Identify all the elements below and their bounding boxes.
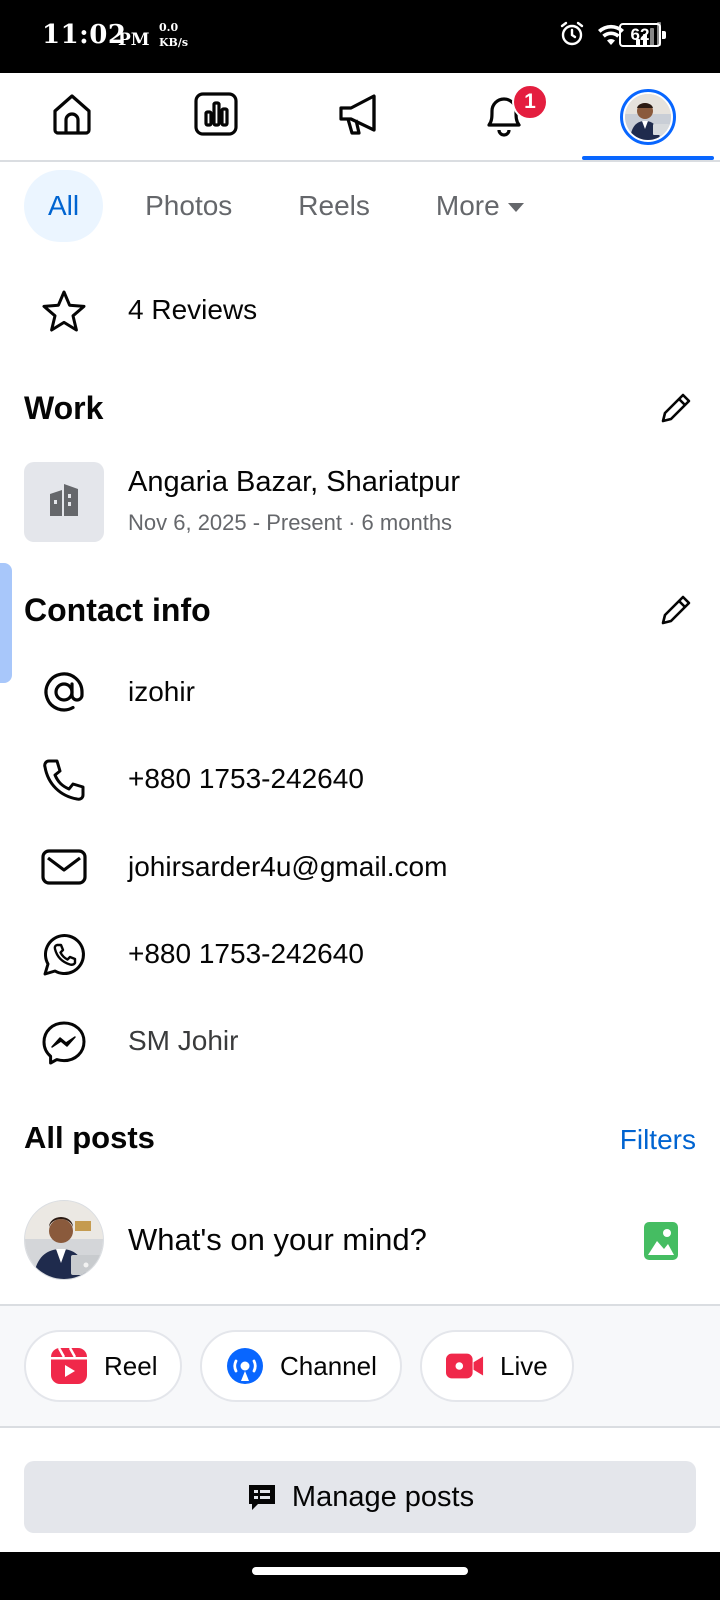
tab-reels-label: Reels xyxy=(298,190,370,221)
filter-tabs: All Photos Reels More xyxy=(24,170,566,242)
edit-contact-button[interactable] xyxy=(656,592,696,632)
messenger-icon xyxy=(38,1017,90,1069)
top-navigation: 1 xyxy=(0,73,720,162)
manage-posts-icon xyxy=(246,1480,280,1514)
filters-button[interactable]: Filters xyxy=(620,1124,696,1156)
work-section-title: Work xyxy=(24,390,104,426)
divider xyxy=(0,1426,720,1428)
battery-icon: 62 xyxy=(619,23,666,47)
live-button[interactable]: Live xyxy=(420,1330,574,1402)
tab-more[interactable]: More xyxy=(412,170,548,242)
contact-messenger: SM Johir xyxy=(128,1025,239,1056)
composer-avatar[interactable] xyxy=(24,1200,104,1280)
photo-upload-button[interactable] xyxy=(644,1222,678,1260)
reel-icon xyxy=(50,1347,88,1385)
work-duration: Nov 6, 2025 - Present · 6 months xyxy=(128,510,453,535)
channel-button[interactable]: Channel xyxy=(200,1330,402,1402)
contact-section-title: Contact info xyxy=(24,592,211,628)
mail-icon xyxy=(38,841,90,893)
network-speed-unit: KB/s xyxy=(159,36,189,49)
edit-work-button[interactable] xyxy=(656,390,696,430)
live-video-icon xyxy=(446,1347,484,1385)
status-bar: 11:02 PM 0.0 KB/s 62 xyxy=(0,0,720,73)
tab-all[interactable]: All xyxy=(24,170,104,242)
nav-ads[interactable] xyxy=(288,73,432,160)
photo-icon xyxy=(644,1222,678,1264)
tab-photos-label: Photos xyxy=(145,190,233,221)
contact-phone: +880 1753-242640 xyxy=(128,763,364,794)
contact-username: izohir xyxy=(128,676,195,707)
tab-reels[interactable]: Reels xyxy=(274,170,394,242)
battery-level: 62 xyxy=(630,25,650,44)
active-tab-indicator xyxy=(582,156,714,160)
phone-icon xyxy=(38,754,90,806)
megaphone-icon xyxy=(336,91,384,142)
network-speed-value: 0.0 xyxy=(159,21,179,34)
reviews-link[interactable]: 4 Reviews xyxy=(128,294,257,326)
home-icon xyxy=(49,91,95,142)
building-icon xyxy=(44,480,84,525)
network-speed: 0.0 KB/s xyxy=(159,20,188,50)
home-gesture-handle[interactable] xyxy=(252,1567,468,1575)
reel-label: Reel xyxy=(104,1350,158,1381)
alarm-icon xyxy=(558,20,586,53)
caret-down-icon xyxy=(507,202,524,212)
system-navigation-bar xyxy=(0,1552,720,1600)
nav-home[interactable] xyxy=(0,73,144,160)
profile-avatar xyxy=(620,88,676,145)
notification-badge: 1 xyxy=(512,84,548,120)
tab-more-label: More xyxy=(435,190,500,221)
nav-dashboard[interactable] xyxy=(144,73,288,160)
manage-posts-label: Manage posts xyxy=(291,1480,475,1513)
manage-posts-button[interactable]: Manage posts xyxy=(24,1461,696,1533)
tab-photos[interactable]: Photos xyxy=(121,170,256,242)
channel-label: Channel xyxy=(280,1350,377,1381)
contact-whatsapp: +880 1753-242640 xyxy=(128,938,364,969)
tab-all-label: All xyxy=(48,190,80,221)
star-icon xyxy=(38,286,90,338)
nav-profile[interactable] xyxy=(576,73,720,160)
all-posts-title: All posts xyxy=(24,1120,155,1154)
pencil-icon xyxy=(658,390,694,431)
side-panel-handle[interactable] xyxy=(0,563,12,683)
whatsapp-icon xyxy=(38,929,90,981)
at-sign-icon xyxy=(38,666,90,718)
reel-button[interactable]: Reel xyxy=(24,1330,182,1402)
work-logo xyxy=(24,462,104,542)
work-place[interactable]: Angaria Bazar, Shariatpur xyxy=(128,466,460,499)
dashboard-icon xyxy=(193,91,239,142)
channel-icon xyxy=(226,1347,264,1385)
pencil-icon xyxy=(658,592,694,633)
composer-input[interactable]: What's on your mind? xyxy=(128,1222,427,1258)
avatar-photo xyxy=(625,93,671,140)
live-label: Live xyxy=(500,1350,548,1381)
contact-email: johirsarder4u@gmail.com xyxy=(128,851,448,882)
nav-notifications[interactable] xyxy=(432,73,576,160)
status-ampm: PM xyxy=(118,30,150,50)
status-time: 11:02 xyxy=(42,20,127,50)
